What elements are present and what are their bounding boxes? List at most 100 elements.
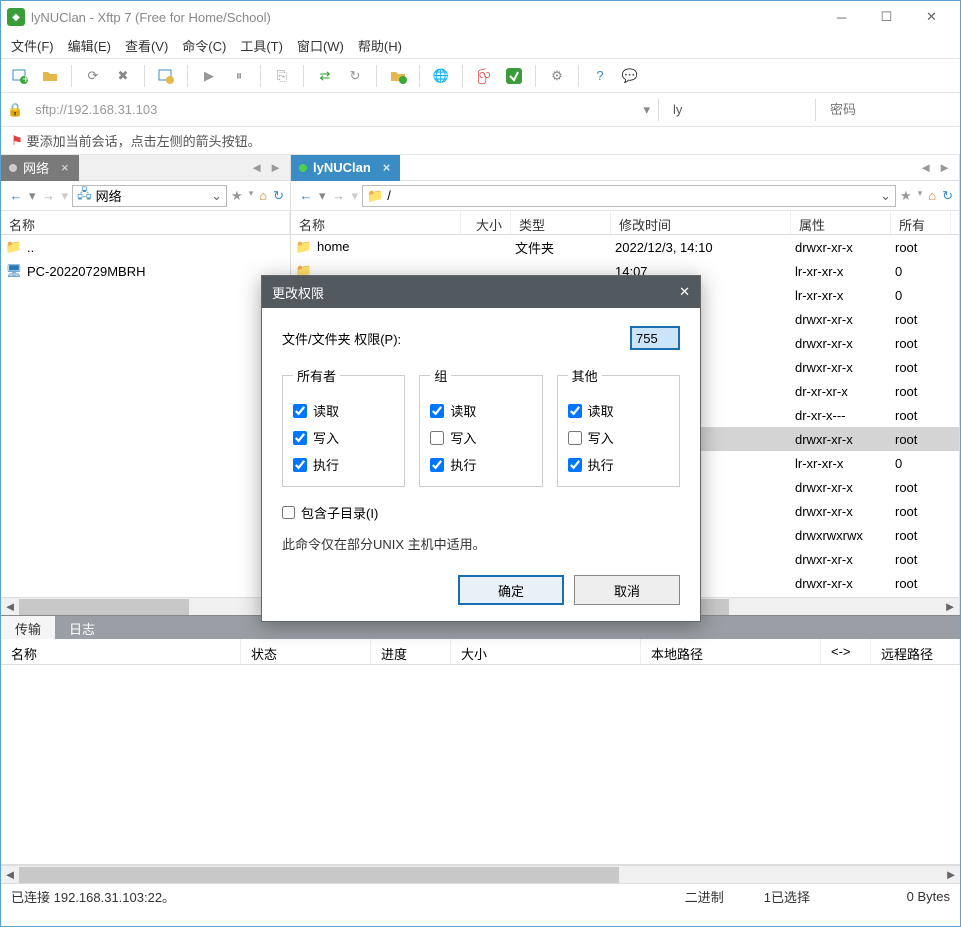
help-icon[interactable]: ? [589, 65, 611, 87]
refresh-icon[interactable]: ↻ [344, 65, 366, 87]
include-subdir-checkbox[interactable] [282, 506, 295, 519]
newfolder-icon[interactable] [387, 65, 409, 87]
globe-icon[interactable]: 🌐 [430, 65, 452, 87]
status-bar: 已连接 192.168.31.103:22。 二进制 1已选择 0 Bytes [1, 883, 960, 909]
disconnect-icon[interactable]: ✖ [112, 65, 134, 87]
menu-help[interactable]: 帮助(H) [358, 36, 402, 55]
rcol-name[interactable]: 名称 [291, 211, 461, 234]
rtab-prev-icon[interactable]: ◄ [919, 160, 932, 175]
dialog-title: 更改权限 [272, 283, 324, 302]
open-icon[interactable] [39, 65, 61, 87]
star-icon[interactable]: ★ [231, 188, 243, 204]
password-input[interactable] [824, 97, 954, 123]
dialog-close-icon[interactable]: ✕ [679, 284, 690, 300]
right-path-select[interactable]: 📁 / ⌄ [362, 185, 896, 207]
rcol-attr[interactable]: 属性 [791, 211, 891, 234]
sync-icon[interactable]: ⇄ [314, 65, 336, 87]
owner-read[interactable]: 读取 [293, 401, 394, 420]
new-icon[interactable]: + [9, 65, 31, 87]
hint-bar: ⚑ 要添加当前会话，点击左侧的箭头按钮。 [1, 127, 960, 155]
transfer-header: 名称 状态 进度 大小 本地路径 <-> 远程路径 [1, 639, 960, 665]
rcol-type[interactable]: 类型 [511, 211, 611, 234]
red-spiral-icon[interactable]: ꩺ [473, 65, 495, 87]
list-item[interactable]: 📁.. [1, 235, 290, 259]
tcol-size[interactable]: 大小 [451, 639, 641, 664]
username-input[interactable] [667, 97, 807, 123]
tcol-status[interactable]: 状态 [241, 639, 371, 664]
refresh-left-icon[interactable]: ↻ [273, 188, 284, 204]
tcol-remote[interactable]: 远程路径 [871, 639, 960, 664]
minimize-button[interactable]: ─ [819, 2, 864, 32]
group-exec[interactable]: 执行 [430, 455, 531, 474]
tcol-name[interactable]: 名称 [1, 639, 241, 664]
gear-icon[interactable]: ⚙ [546, 65, 568, 87]
menu-edit[interactable]: 编辑(E) [68, 36, 111, 55]
rback-icon[interactable]: ← [297, 188, 315, 203]
left-pane: 网络× ◄► ←▾ →▾ 🖧 网络 ⌄ ★▾ ⌂ ↻ 名称 📁..🖥PC-202… [1, 155, 291, 615]
menu-window[interactable]: 窗口(W) [297, 36, 344, 55]
copy-icon[interactable]: ⎘ [271, 65, 293, 87]
group-read[interactable]: 读取 [430, 401, 531, 420]
owner-exec[interactable]: 执行 [293, 455, 394, 474]
other-exec[interactable]: 执行 [568, 455, 669, 474]
reconnect-icon[interactable]: ⟳ [82, 65, 104, 87]
play-icon[interactable]: ▶ [198, 65, 220, 87]
other-write[interactable]: 写入 [568, 428, 669, 447]
tcol-arrow[interactable]: <-> [821, 639, 871, 664]
rcol-owner[interactable]: 所有 [891, 211, 951, 234]
close-remote-tab-icon[interactable]: × [383, 160, 391, 175]
rrefresh-icon[interactable]: ↻ [942, 188, 953, 204]
forward-icon[interactable]: → [40, 188, 58, 203]
tab-transfer[interactable]: 传输 [1, 616, 55, 639]
other-read[interactable]: 读取 [568, 401, 669, 420]
rcol-size[interactable]: 大小 [461, 211, 511, 234]
left-hscroll[interactable]: ◄► [1, 597, 290, 615]
menu-file[interactable]: 文件(F) [11, 36, 54, 55]
svg-text:+: + [22, 71, 29, 85]
close-tab-icon[interactable]: × [61, 160, 69, 175]
maximize-button[interactable]: ☐ [864, 2, 909, 32]
tab-prev-icon[interactable]: ◄ [250, 160, 263, 175]
menu-tool[interactable]: 工具(T) [240, 36, 283, 55]
list-item[interactable]: 🖥PC-20220729MBRH [1, 259, 290, 283]
group-write[interactable]: 写入 [430, 428, 531, 447]
left-col-name[interactable]: 名称 [1, 211, 290, 234]
group-owner: 所有者 读取 写入 执行 [282, 366, 405, 487]
tcol-progress[interactable]: 进度 [371, 639, 451, 664]
back-icon[interactable]: ← [7, 188, 25, 203]
cancel-button[interactable]: 取消 [574, 575, 680, 605]
session-icon[interactable] [155, 65, 177, 87]
bottom-hscroll[interactable]: ◄► [1, 865, 960, 883]
tab-remote[interactable]: lyNUClan× [291, 155, 400, 181]
menubar: 文件(F) 编辑(E) 查看(V) 命令(C) 工具(T) 窗口(W) 帮助(H… [1, 33, 960, 59]
perm-label: 文件/文件夹 权限(P): [282, 329, 401, 348]
ok-button[interactable]: 确定 [458, 575, 564, 605]
rstar-icon[interactable]: ★ [900, 188, 912, 204]
permissions-dialog: 更改权限 ✕ 文件/文件夹 权限(P): 所有者 读取 写入 执行 组 读取 写… [261, 275, 701, 622]
status-bytes: 0 Bytes [850, 889, 950, 904]
rtab-next-icon[interactable]: ► [938, 160, 951, 175]
hint-text: 要添加当前会话，点击左侧的箭头按钮。 [27, 131, 261, 150]
home-icon[interactable]: ⌂ [259, 188, 267, 204]
chat-icon[interactable]: 💬 [619, 65, 641, 87]
green-box-icon[interactable] [503, 65, 525, 87]
tab-next-icon[interactable]: ► [269, 160, 282, 175]
transfer-body [1, 665, 960, 865]
rhome-icon[interactable]: ⌂ [928, 188, 936, 204]
tcol-local[interactable]: 本地路径 [641, 639, 821, 664]
perm-input[interactable] [630, 326, 680, 350]
close-button[interactable]: ✕ [909, 2, 954, 32]
owner-write[interactable]: 写入 [293, 428, 394, 447]
left-file-list[interactable]: 📁..🖥PC-20220729MBRH [1, 235, 290, 597]
group-other: 其他 读取 写入 执行 [557, 366, 680, 487]
menu-view[interactable]: 查看(V) [125, 36, 168, 55]
table-row[interactable]: 📁home文件夹2022/12/3, 14:10drwxr-xr-xroot [291, 235, 959, 259]
tab-log[interactable]: 日志 [55, 616, 109, 639]
tab-network[interactable]: 网络× [1, 155, 79, 181]
pause-icon[interactable]: ⏸ [228, 65, 250, 87]
left-path-select[interactable]: 🖧 网络 ⌄ [72, 185, 227, 207]
rcol-mtime[interactable]: 修改时间 [611, 211, 791, 234]
menu-cmd[interactable]: 命令(C) [182, 36, 226, 55]
rforward-icon[interactable]: → [330, 188, 348, 203]
url-input[interactable] [29, 97, 637, 123]
